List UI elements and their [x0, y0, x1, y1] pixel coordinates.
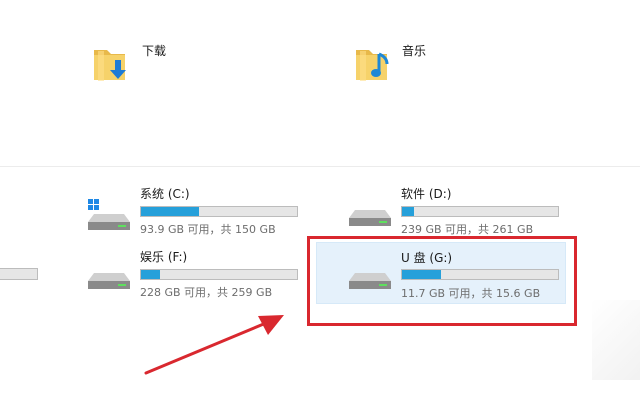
drive-d-free-space: 239 GB 可用，共 261 GB: [401, 223, 534, 236]
drive-c-usage-fill: [141, 207, 199, 216]
hard-drive-icon: [88, 273, 130, 289]
drive-tile-c[interactable]: 系统 (C:) 93.9 GB 可用，共 150 GB: [84, 182, 324, 240]
drive-d-usage-fill: [402, 207, 415, 216]
drive-f-usage-bar: [140, 269, 298, 280]
decorative-corner: [592, 300, 640, 380]
drive-f-name: 娱乐 (F:): [140, 250, 188, 264]
windows-drive-icon: [88, 199, 130, 230]
folder-downloads[interactable]: [90, 40, 150, 90]
drive-d-usage-bar: [401, 206, 559, 217]
annotation-arrow-icon: [144, 315, 284, 375]
partial-drive-bar: [0, 268, 38, 280]
drive-c-usage-bar: [140, 206, 298, 217]
section-divider: [0, 166, 640, 167]
drive-f-free-space: 228 GB 可用，共 259 GB: [140, 286, 273, 299]
hard-drive-icon: [349, 210, 391, 226]
drive-f-usage-fill: [141, 270, 160, 279]
drive-tile-d[interactable]: 软件 (D:) 239 GB 可用，共 261 GB: [345, 182, 585, 240]
folder-music-label: 音乐: [402, 44, 427, 58]
annotation-highlight-box: [307, 236, 577, 326]
folder-downloads-label: 下载: [142, 44, 167, 58]
drive-tile-f[interactable]: 娱乐 (F:) 228 GB 可用，共 259 GB: [84, 245, 324, 303]
music-folder-icon: [356, 50, 389, 81]
drive-c-name: 系统 (C:): [140, 187, 190, 201]
drive-c-free-space: 93.9 GB 可用，共 150 GB: [140, 223, 276, 236]
download-folder-icon: [94, 50, 126, 81]
drive-d-name: 软件 (D:): [401, 187, 452, 201]
